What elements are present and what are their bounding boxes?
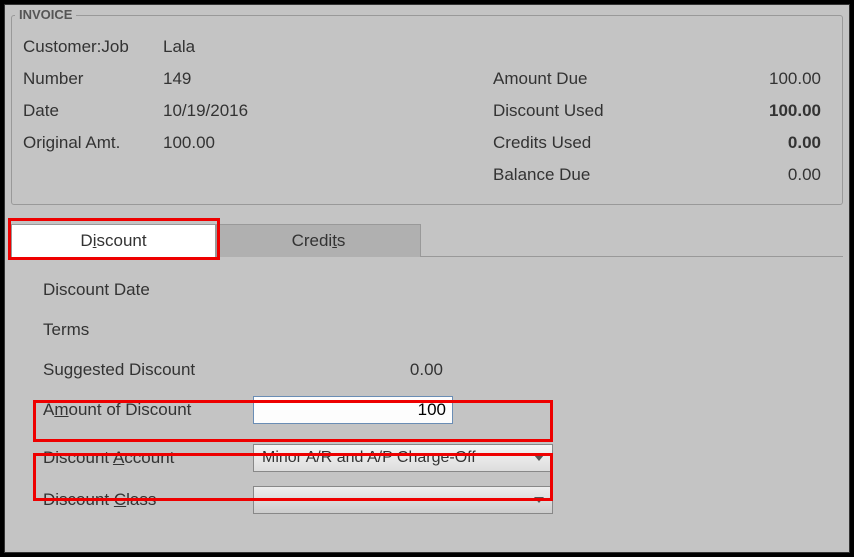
suggested-discount-label: Suggested Discount xyxy=(43,360,253,380)
date-value: 10/19/2016 xyxy=(163,101,363,121)
discount-account-label: Discount Account xyxy=(43,448,253,468)
orig-amt-label: Original Amt. xyxy=(23,133,163,153)
suggested-discount-value: 0.00 xyxy=(253,360,453,380)
tab-discount[interactable]: Discount xyxy=(11,224,216,257)
discount-form: Discount Date Terms Suggested Discount 0… xyxy=(43,275,829,525)
customer-value: Lala xyxy=(163,37,363,57)
invoice-window: INVOICE Customer:Job Lala Number 149 Amo… xyxy=(4,4,850,553)
account-label-post: ccount xyxy=(124,448,174,467)
number-label: Number xyxy=(23,69,163,89)
discount-used-label: Discount Used xyxy=(493,101,653,121)
account-label-pre: Discount xyxy=(43,448,113,467)
invoice-info: Customer:Job Lala Number 149 Amount Due … xyxy=(23,35,831,195)
number-value: 149 xyxy=(163,69,363,89)
amount-due-value: 100.00 xyxy=(769,69,821,89)
tab-credits-post: s xyxy=(337,231,346,250)
class-label-u: C xyxy=(114,490,126,509)
tab-discount-post: scount xyxy=(96,231,146,250)
discount-used-value: 100.00 xyxy=(769,101,821,121)
discount-date-label: Discount Date xyxy=(43,280,253,300)
amount-of-discount-label: Amount of Discount xyxy=(43,400,253,420)
amount-of-discount-input[interactable] xyxy=(253,396,453,424)
date-label: Date xyxy=(23,101,163,121)
credits-used-label: Credits Used xyxy=(493,133,653,153)
discount-account-value: Minor A/R and A/P Charge-Off xyxy=(262,449,476,467)
balance-due-label: Balance Due xyxy=(493,165,653,185)
orig-amt-value: 100.00 xyxy=(163,133,363,153)
amount-label-pre: A xyxy=(43,400,54,419)
amount-label-u: m xyxy=(54,400,68,419)
class-label-post: lass xyxy=(126,490,156,509)
balance-due-value: 0.00 xyxy=(788,165,821,185)
terms-label: Terms xyxy=(43,320,253,340)
tab-credits-pre: Credi xyxy=(292,231,333,250)
tab-bar: Discount Credits xyxy=(11,223,843,257)
customer-label: Customer:Job xyxy=(23,37,163,57)
tab-credits[interactable]: Credits xyxy=(216,224,421,257)
chevron-down-icon xyxy=(534,455,544,461)
amount-due-label: Amount Due xyxy=(493,69,653,89)
account-label-u: A xyxy=(113,448,124,467)
panel-title: INVOICE xyxy=(15,7,76,22)
amount-label-post: ount of Discount xyxy=(69,400,192,419)
tab-discount-pre: D xyxy=(80,231,92,250)
credits-used-value: 0.00 xyxy=(788,133,821,153)
class-label-pre: Discount xyxy=(43,490,114,509)
discount-class-label: Discount Class xyxy=(43,490,253,510)
chevron-down-icon xyxy=(534,497,544,503)
discount-class-select[interactable] xyxy=(253,486,553,514)
discount-account-select[interactable]: Minor A/R and A/P Charge-Off xyxy=(253,444,553,472)
